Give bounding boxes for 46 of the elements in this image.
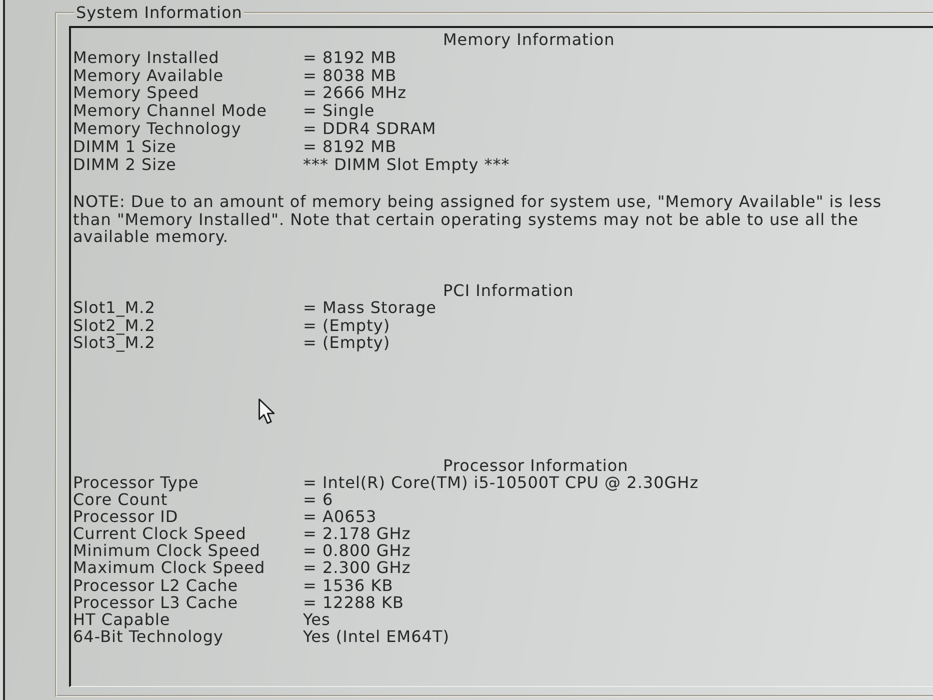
field-label: Processor L3 Cache [73,594,238,611]
mouse-pointer-icon [258,398,276,425]
field-value: = DDR4 SDRAM [303,120,436,138]
field-label: Memory Speed [73,84,200,102]
field-label: Memory Available [73,66,224,84]
field-value: = 1536 KB [303,576,394,594]
section-heading: PCI Information [442,282,575,300]
note-text: NOTE: Due to an amount of memory being assigned for system use, "Memory Available" is less than "Memory Installed". Note that certain operating systems may not be able to use all the available memory. [73,193,883,246]
field-label: Core Count [73,491,168,508]
field-value: = 0.800 GHz [303,542,411,560]
field-label: Memory Installed [73,48,220,67]
field-value: = Mass Storage [303,299,436,317]
field-label: Slot2_M.2 [73,316,156,334]
field-label: Maximum Clock Speed [73,559,266,577]
section-heading: Processor Information [442,456,630,474]
field-value: = 6 [303,491,334,508]
field-label: Slot1_M.2 [73,299,156,317]
field-value: = A0653 [303,508,377,526]
field-value: = 2666 MHz [303,84,407,102]
field-value: = 8192 MB [303,138,397,156]
field-label: Current Clock Speed [73,525,246,542]
section-heading: Memory Information [442,31,616,49]
field-label: Processor Type [73,474,199,492]
field-label: Memory Channel Mode [73,102,268,120]
field-label: DIMM 2 Size [73,156,176,174]
field-label: Memory Technology [73,120,242,138]
field-value: = (Empty) [303,316,390,334]
field-value: *** DIMM Slot Empty *** [303,156,510,174]
field-value: = 8038 MB [303,66,397,84]
field-label: Slot3_M.2 [73,334,156,352]
field-label: Minimum Clock Speed [73,542,260,560]
field-value: = Intel(R) Core(TM) i5-10500T CPU @ 2.30GHz [303,474,699,492]
field-value: = 8192 MB [303,48,397,67]
field-label: HT Capable [73,610,170,628]
field-value: = Single [303,102,375,120]
field-value: Yes (Intel EM64T) [303,628,450,645]
field-label: Processor L2 Cache [73,576,238,594]
group-title: System Information [75,3,244,22]
field-label: 64-Bit Technology [73,628,224,645]
field-value: = 2.178 GHz [303,525,411,542]
field-value: = 2.300 GHz [303,559,411,577]
field-label: DIMM 1 Size [73,138,176,156]
field-value: Yes [303,610,330,628]
field-label: Processor ID [73,508,178,526]
field-value: = 12288 KB [303,594,404,611]
field-value: = (Empty) [303,334,390,352]
